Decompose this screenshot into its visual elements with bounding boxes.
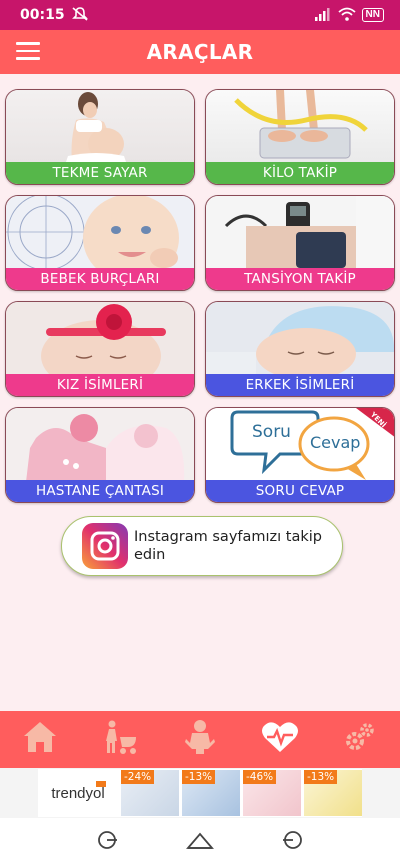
back-button[interactable]: [278, 827, 308, 857]
discount-badge: -13%: [182, 770, 216, 784]
tool-card-bebek-burclari[interactable]: BEBEK BURÇLARI: [5, 195, 195, 291]
nav-settings[interactable]: [332, 711, 388, 768]
ad-product[interactable]: -13%: [304, 770, 362, 816]
tool-label: BEBEK BURÇLARI: [6, 268, 194, 290]
mother-stroller-icon: [102, 719, 138, 760]
baby-zodiac-image: [6, 196, 194, 282]
ad-product[interactable]: -13%: [182, 770, 240, 816]
instagram-icon: [82, 523, 128, 569]
tool-label: HASTANE ÇANTASI: [6, 480, 194, 502]
nav-mother[interactable]: [92, 711, 148, 768]
weight-scale-image: [206, 90, 394, 164]
tool-card-soru-cevap[interactable]: Soru Cevap YENİ SORU CEVAP: [205, 407, 395, 503]
recents-icon: [96, 829, 118, 856]
pregnant-woman-image: [6, 90, 194, 164]
tool-card-erkek-isimleri[interactable]: ERKEK İSİMLERİ: [205, 301, 395, 397]
ad-brand-logo: trendyol: [38, 769, 118, 817]
mute-icon: [71, 6, 89, 25]
tool-card-hastane-cantasi[interactable]: HASTANE ÇANTASI: [5, 407, 195, 503]
tool-label: TANSİYON TAKİP: [206, 268, 394, 290]
instagram-follow-label: Instagram sayfamızı takip edin: [134, 529, 322, 563]
nav-baby[interactable]: [172, 711, 228, 768]
discount-badge: -13%: [304, 770, 338, 784]
question-answer-image: Soru Cevap YENİ: [206, 408, 394, 482]
instagram-follow-button[interactable]: Instagram sayfamızı takip edin: [61, 516, 343, 576]
gears-icon: [343, 721, 377, 758]
tool-label: SORU CEVAP: [206, 480, 394, 502]
baby-clothes-image: [6, 408, 194, 482]
back-icon: [282, 829, 304, 856]
heart-pulse-icon: [261, 720, 299, 759]
ad-product[interactable]: -46%: [243, 770, 301, 816]
baby-boy-image: [206, 302, 394, 380]
ad-brand-text: trendyol: [51, 784, 105, 802]
home-button[interactable]: [185, 827, 215, 857]
bottom-navigation: [0, 711, 400, 768]
tool-card-kiz-isimleri[interactable]: KIZ İSİMLERİ: [5, 301, 195, 397]
ad-brand-badge: [96, 781, 106, 787]
tool-label: TEKME SAYAR: [6, 162, 194, 184]
discount-badge: -46%: [243, 770, 277, 784]
recents-button[interactable]: [92, 827, 122, 857]
tool-card-kilo-takip[interactable]: KİLO TAKİP: [205, 89, 395, 185]
status-time: 00:15: [20, 7, 65, 23]
ad-banner[interactable]: trendyol -24% -13% -46% -13%: [0, 768, 400, 818]
menu-icon[interactable]: [16, 42, 40, 62]
wifi-icon: [337, 7, 356, 24]
battery-icon: NN: [361, 8, 384, 22]
baby-icon: [184, 719, 216, 760]
nav-home[interactable]: [12, 711, 68, 768]
ad-content[interactable]: trendyol -24% -13% -46% -13%: [38, 769, 362, 817]
page-title: ARAÇLAR: [146, 40, 254, 64]
home-icon: [22, 720, 58, 759]
tool-card-tansiyon-takip[interactable]: TANSİYON TAKİP: [205, 195, 395, 291]
tool-label: KIZ İSİMLERİ: [6, 374, 194, 396]
discount-badge: -24%: [121, 770, 155, 784]
blood-pressure-image: [206, 196, 394, 270]
nav-tools[interactable]: [252, 711, 308, 768]
status-bar: 00:15 NN: [0, 0, 400, 30]
cevap-bubble-text: Cevap: [310, 433, 361, 452]
ad-product[interactable]: -24%: [121, 770, 179, 816]
tool-card-tekme-sayar[interactable]: TEKME SAYAR: [5, 89, 195, 185]
baby-girl-image: [6, 302, 194, 392]
tool-label: KİLO TAKİP: [206, 162, 394, 184]
signal-icon: [314, 7, 332, 24]
app-bar: ARAÇLAR: [0, 30, 400, 74]
soru-bubble-text: Soru: [252, 422, 291, 442]
tool-label: ERKEK İSİMLERİ: [206, 374, 394, 396]
home-icon: [186, 830, 214, 855]
system-navigation: [0, 818, 400, 866]
